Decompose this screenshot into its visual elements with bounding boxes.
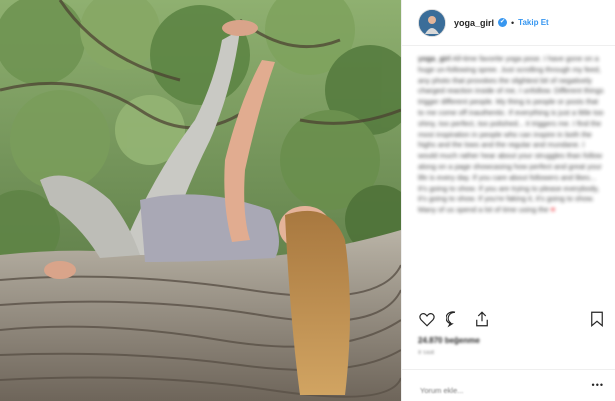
avatar-image xyxy=(419,9,445,36)
post-timestamp: 8 saat xyxy=(418,350,435,356)
separator-dot: • xyxy=(511,17,515,28)
post-actions xyxy=(418,310,606,330)
yoga-photo-illustration xyxy=(0,0,401,401)
comment-bar: ••• xyxy=(402,369,615,401)
post-header: yoga_girl ✔ • Takip Et xyxy=(402,0,615,46)
post-side-panel: yoga_girl ✔ • Takip Et yoga_girl All-tim… xyxy=(401,0,615,401)
heart-outline-icon[interactable] xyxy=(418,310,436,328)
caption-text: All-time favorite yoga pose. I have gone… xyxy=(418,54,604,215)
share-upload-icon[interactable] xyxy=(473,310,491,328)
post-caption: yoga_girl All-time favorite yoga pose. I… xyxy=(418,54,604,216)
post-photo[interactable] xyxy=(0,0,401,401)
comment-input[interactable] xyxy=(418,385,572,396)
speech-bubble-icon[interactable] xyxy=(446,310,464,328)
caption-heart-emoji: ♥ xyxy=(550,205,556,215)
verified-badge-icon: ✔ xyxy=(498,18,508,27)
caption-username[interactable]: yoga_girl xyxy=(418,54,451,63)
username-link[interactable]: yoga_girl xyxy=(454,18,494,28)
more-options-icon[interactable]: ••• xyxy=(592,380,604,390)
avatar[interactable] xyxy=(418,8,446,37)
likes-count[interactable]: 24.870 beğenme xyxy=(418,336,480,345)
bookmark-icon[interactable] xyxy=(588,310,606,328)
follow-button[interactable]: Takip Et xyxy=(518,18,549,27)
